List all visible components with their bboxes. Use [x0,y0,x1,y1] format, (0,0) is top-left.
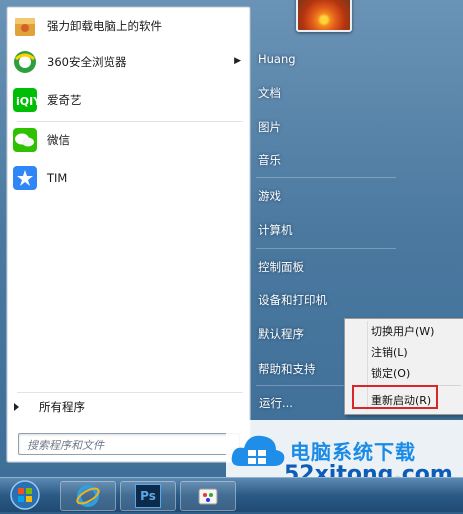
taskbar: Ps [0,477,463,512]
right-item-user[interactable]: Huang [258,52,296,66]
start-menu-left-panel: 强力卸载电脑上的软件 360安全浏览器 ▶ iQIY 爱奇艺 微信 TIM [6,6,251,463]
run-button[interactable]: 运行... [253,391,345,415]
menu-item-switch-user[interactable]: 切换用户(W) [371,323,434,339]
user-picture[interactable] [296,0,352,32]
wechat-icon [11,126,39,154]
svg-text:iQIY: iQIY [16,95,38,108]
search-input[interactable]: 搜索程序和文件 [18,433,240,455]
all-programs-label: 所有程序 [39,400,85,414]
submenu-arrow-icon[interactable]: ▶ [234,56,241,66]
app-label: 微信 [47,133,70,147]
divider [17,392,243,393]
menu-item-lock[interactable]: 锁定(O) [371,365,410,381]
cloud-logo-icon [231,435,285,466]
taskbar-photoshop[interactable]: Ps [120,481,176,511]
iqiyi-icon: iQIY [11,86,39,114]
360-browser-icon [11,48,39,76]
app-label: TIM [47,171,68,185]
right-item-games[interactable]: 游戏 [258,188,281,204]
run-label: 运行... [259,396,293,410]
right-item-control-panel[interactable]: 控制面板 [258,259,304,275]
app-label: 爱奇艺 [47,93,82,107]
app-item-wechat[interactable]: 微信 [11,125,247,155]
right-item-help-support[interactable]: 帮助和支持 [258,361,316,377]
divider [256,248,396,249]
paint-icon [198,488,218,505]
uninstaller-box-icon [11,12,39,40]
app-item-uninstaller[interactable]: 强力卸载电脑上的软件 [11,11,247,41]
photoshop-icon: Ps [135,484,161,508]
right-item-default-programs[interactable]: 默认程序 [258,326,304,342]
all-programs-button[interactable]: 所有程序 [10,396,240,418]
app-label: 强力卸载电脑上的软件 [47,19,162,33]
app-item-iqiyi[interactable]: iQIY 爱奇艺 [11,85,247,115]
taskbar-paint[interactable] [180,481,236,511]
divider [256,177,396,178]
tim-icon [11,164,39,192]
start-orb-icon[interactable] [6,479,44,511]
watermark-title: 电脑系统下载 [290,440,416,464]
right-item-music[interactable]: 音乐 [258,152,281,168]
right-item-pictures[interactable]: 图片 [258,119,281,135]
divider [17,121,243,122]
taskbar-ie[interactable] [60,481,116,511]
right-item-computer[interactable]: 计算机 [258,222,293,238]
menu-item-logoff[interactable]: 注销(L) [371,344,408,360]
app-item-tim[interactable]: TIM [11,163,247,193]
ps-label: Ps [140,489,156,503]
app-label: 360安全浏览器 [47,55,127,69]
triangle-right-icon [14,403,19,411]
highlight-box [352,385,438,409]
search-placeholder: 搜索程序和文件 [27,439,104,452]
ie-icon [76,485,100,507]
app-item-360-browser[interactable]: 360安全浏览器 ▶ [11,47,247,77]
right-item-documents[interactable]: 文档 [258,85,281,101]
right-item-devices-printers[interactable]: 设备和打印机 [258,292,327,308]
